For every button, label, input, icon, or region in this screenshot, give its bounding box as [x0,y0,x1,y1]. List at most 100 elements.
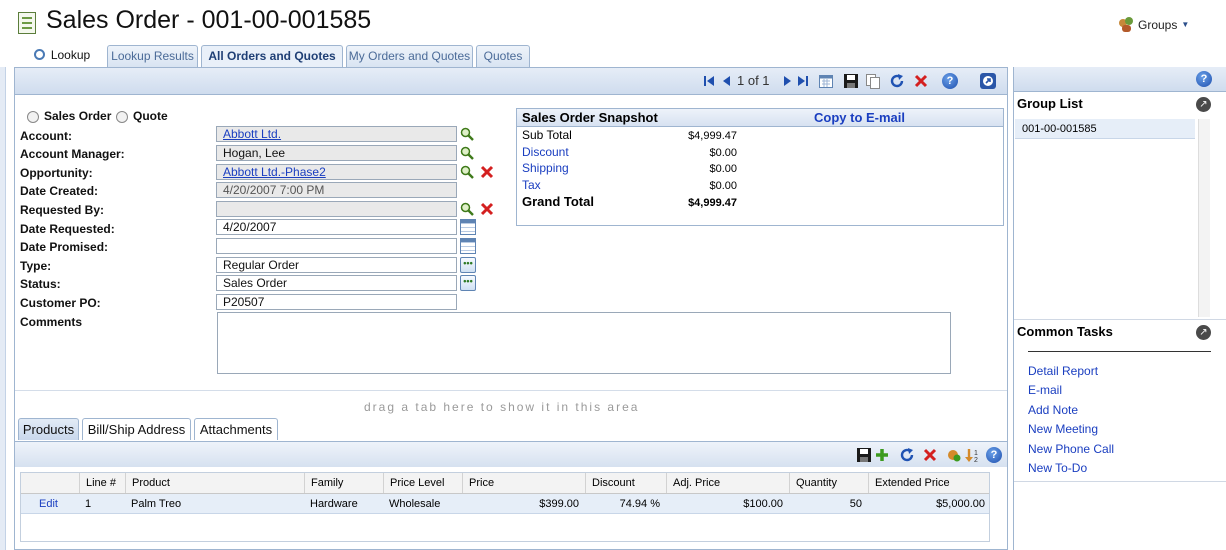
grand-total-value: $4,999.47 [688,197,737,209]
comments-label: Comments [20,315,83,329]
status-field[interactable]: Sales Order [216,275,457,291]
column-header-product[interactable]: Product [125,473,304,493]
column-header-extended-price[interactable]: Extended Price [868,473,991,493]
add-note-link[interactable]: Add Note [1028,403,1078,417]
drag-tab-hint: drag a tab here to show it in this area [364,400,640,414]
refresh-icon[interactable] [889,73,905,89]
customer-po-label: Customer PO: [20,296,101,310]
right-panel-help-icon[interactable]: ? [1196,71,1212,87]
common-tasks-title: Common Tasks [1017,324,1113,339]
next-record-icon[interactable] [779,73,795,89]
first-record-icon[interactable] [701,73,717,89]
left-collapse-strip[interactable] [0,67,6,550]
sales-order-radio[interactable] [27,111,39,123]
column-header-price-level[interactable]: Price Level [383,473,462,493]
email-link[interactable]: E-mail [1028,383,1062,397]
column-header-price[interactable]: Price [462,473,585,493]
grid-header: Line # Product Family Price Level Price … [21,473,989,494]
date-requested-calendar-icon[interactable] [460,219,476,235]
tab-lookup-results[interactable]: Lookup Results [107,45,198,67]
tax-link[interactable]: Tax [522,178,541,192]
opportunity-link[interactable]: Abbott Ltd.-Phase2 [223,165,326,179]
product-options-icon[interactable] [946,447,962,463]
delete-icon[interactable] [913,73,929,89]
group-list-item[interactable]: 001-00-001585 [1015,119,1195,139]
search-icon [33,49,45,60]
tab-my-orders[interactable]: My Orders and Quotes [346,45,473,67]
tax-value: $0.00 [709,180,737,192]
tab-quotes[interactable]: Quotes [476,45,530,67]
tab-bill-ship-address[interactable]: Bill/Ship Address [82,418,191,440]
account-lookup-search-icon[interactable] [460,127,474,141]
products-grid: Line # Product Family Price Level Price … [20,472,990,542]
detail-report-link[interactable]: Detail Report [1028,364,1098,378]
save-icon[interactable] [843,73,859,89]
tab-attachments[interactable]: Attachments [194,418,278,440]
copy-to-email-link[interactable]: Copy to E-mail [814,110,905,125]
svg-text:1: 1 [974,450,978,457]
discount-link[interactable]: Discount [522,145,569,159]
account-manager-field[interactable]: Hogan, Lee [216,145,457,161]
requested-by-search-icon[interactable] [460,202,474,216]
tab-lookup[interactable]: Lookup [24,45,100,67]
tab-all-orders[interactable]: All Orders and Quotes [201,45,343,67]
column-header-edit [21,473,79,493]
expand-panel-icon[interactable] [980,73,996,89]
date-requested-field[interactable]: 4/20/2007 [216,219,457,235]
column-header-quantity[interactable]: Quantity [789,473,868,493]
groups-icon [1119,17,1134,32]
date-created-label: Date Created: [20,184,99,198]
customer-po-field[interactable]: P20507 [216,294,457,310]
requested-by-field[interactable] [216,201,457,217]
previous-record-icon[interactable] [719,73,735,89]
products-refresh-icon[interactable] [899,447,915,463]
groups-menu[interactable]: Groups ▼ [1119,17,1189,32]
opportunity-search-icon[interactable] [460,165,474,179]
type-picklist-icon[interactable]: ••• [460,257,476,273]
calendar-icon[interactable] [818,73,834,89]
sort-order-icon[interactable]: 12 [965,447,981,463]
edit-row-link[interactable]: Edit [33,494,79,513]
new-meeting-link[interactable]: New Meeting [1028,422,1098,436]
tab-products[interactable]: Products [18,418,79,440]
copy-icon[interactable] [865,73,881,89]
group-list-title: Group List [1017,96,1083,111]
account-field[interactable]: Abbott Ltd. [216,126,457,142]
opportunity-clear-icon[interactable] [480,165,494,179]
section-divider [15,390,1007,391]
type-field[interactable]: Regular Order [216,257,457,273]
column-header-family[interactable]: Family [304,473,383,493]
group-list-expand-icon[interactable]: ↗ [1196,97,1211,112]
line-cell: 1 [85,498,92,510]
common-tasks-rule [1028,351,1211,352]
date-promised-calendar-icon[interactable] [460,238,476,254]
add-product-icon[interactable] [874,447,890,463]
new-todo-link[interactable]: New To-Do [1028,461,1087,475]
column-header-line[interactable]: Line # [79,473,125,493]
last-record-icon[interactable] [795,73,811,89]
discount-value: $0.00 [709,147,737,159]
products-delete-icon[interactable] [922,447,938,463]
products-help-icon[interactable]: ? [986,447,1002,463]
status-picklist-icon[interactable]: ••• [460,275,476,291]
new-phone-call-link[interactable]: New Phone Call [1028,442,1114,456]
discount-cell: 74.94 % [619,498,660,510]
shipping-link[interactable]: Shipping [522,161,569,175]
group-list-scrollbar[interactable] [1198,119,1210,317]
groups-label: Groups [1138,17,1178,32]
opportunity-field[interactable]: Abbott Ltd.-Phase2 [216,164,457,180]
quote-radio[interactable] [116,111,128,123]
table-row[interactable]: Edit 1 Palm Treo Hardware Wholesale $399… [21,494,989,514]
column-header-discount[interactable]: Discount [585,473,666,493]
account-link[interactable]: Abbott Ltd. [223,127,281,141]
comments-textarea[interactable] [217,312,951,374]
common-tasks-expand-icon[interactable]: ↗ [1196,325,1211,340]
adj-price-cell: $100.00 [743,498,783,510]
account-manager-search-icon[interactable] [460,146,474,160]
date-promised-field[interactable] [216,238,457,254]
column-header-adj-price[interactable]: Adj. Price [666,473,789,493]
products-save-icon[interactable] [856,447,872,463]
requested-by-clear-icon[interactable] [480,202,494,216]
help-icon[interactable]: ? [942,73,958,89]
sales-order-snapshot: Sales Order Snapshot Copy to E-mail Sub … [516,108,1004,226]
